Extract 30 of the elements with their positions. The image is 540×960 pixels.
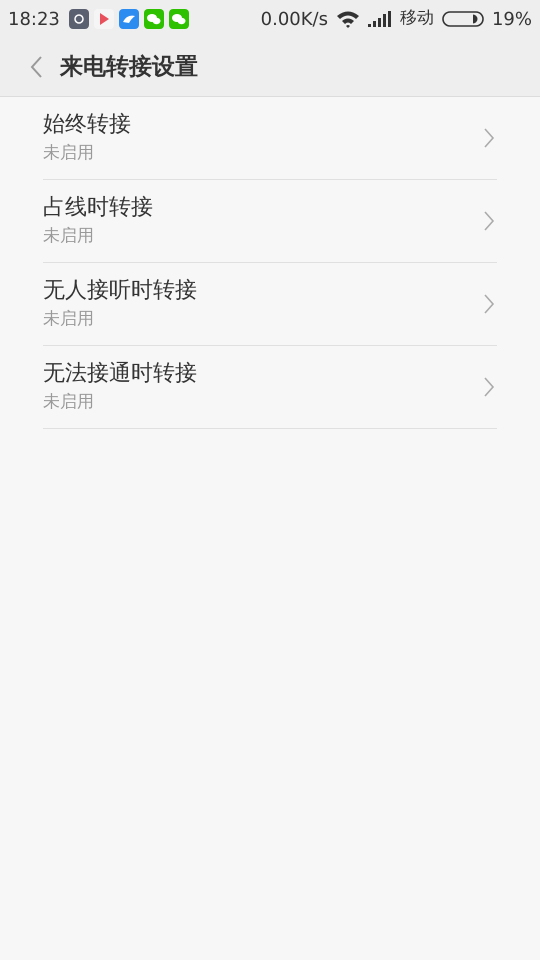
chevron-right-icon xyxy=(483,210,495,232)
option-title: 始终转接 xyxy=(43,111,132,139)
wifi-icon xyxy=(336,10,360,28)
carrier-name: 移动 xyxy=(400,7,434,30)
battery-icon xyxy=(442,11,484,27)
page-title: 来电转接设置 xyxy=(60,52,198,82)
battery-percent: 19% xyxy=(492,8,532,32)
network-speed: 0.00K/s xyxy=(260,8,328,32)
signal-icon xyxy=(368,11,392,27)
back-icon xyxy=(29,55,43,79)
chevron-right-icon xyxy=(483,376,495,398)
gallery-app-icon xyxy=(68,9,89,29)
option-status: 未启用 xyxy=(43,391,95,414)
forwarding-option[interactable]: 占线时转接 未启用 xyxy=(43,180,497,263)
option-status: 未启用 xyxy=(43,308,95,331)
status-time: 18:23 xyxy=(8,8,60,32)
option-title: 占线时转接 xyxy=(43,194,154,222)
option-status: 未启用 xyxy=(43,225,95,248)
option-status: 未启用 xyxy=(43,142,95,165)
forwarding-option[interactable]: 始终转接 未启用 xyxy=(43,97,497,180)
forwarding-option[interactable]: 无人接听时转接 未启用 xyxy=(43,263,497,346)
chevron-right-icon xyxy=(483,127,495,149)
forwarding-option[interactable]: 无法接通时转接 未启用 xyxy=(43,346,497,429)
option-title: 无法接通时转接 xyxy=(43,360,198,388)
bird-app-icon xyxy=(118,9,139,29)
chat-app-icon xyxy=(168,9,189,29)
play-store-icon xyxy=(94,9,114,29)
option-title: 无人接听时转接 xyxy=(43,277,198,305)
chat-app-icon xyxy=(144,9,164,29)
chevron-right-icon xyxy=(483,293,495,315)
